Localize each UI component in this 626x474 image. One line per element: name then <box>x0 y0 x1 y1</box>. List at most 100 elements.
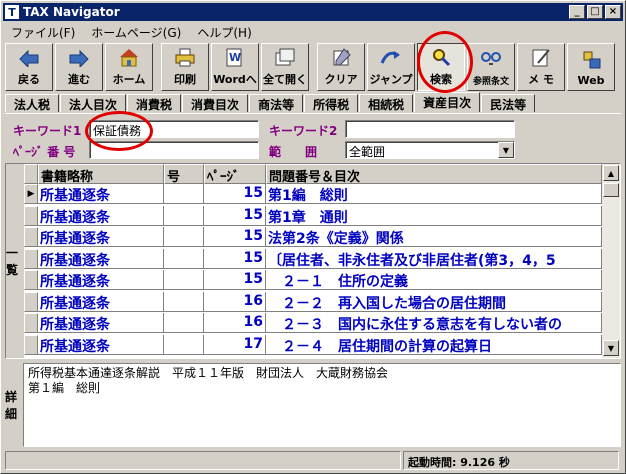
table-row[interactable]: 所基通逐条 15 ２－１ 住所の定義 <box>24 270 602 290</box>
row-selector[interactable] <box>24 334 38 355</box>
cell-book: 所基通逐条 <box>38 270 164 290</box>
menu-help[interactable]: ヘルプ(H) <box>189 22 259 41</box>
print-button[interactable]: 印刷 <box>161 43 209 91</box>
keyword2-label: キーワード2 <box>269 124 338 138</box>
cell-number <box>164 184 204 204</box>
row-selector[interactable] <box>24 313 38 333</box>
column-header-title[interactable]: 問題番号＆目次 <box>266 164 602 184</box>
minimize-button[interactable]: _ <box>569 5 585 19</box>
header-corner <box>24 164 38 184</box>
clear-button[interactable]: クリア <box>317 43 365 91</box>
cell-page: 15 <box>204 270 266 290</box>
jump-icon <box>379 46 403 68</box>
column-header-number[interactable]: 号 <box>164 164 204 184</box>
memo-button[interactable]: メ モ <box>517 43 565 91</box>
column-header-page[interactable]: ﾍﾟｰｼﾞ <box>204 164 266 184</box>
row-selector[interactable] <box>24 205 38 226</box>
cell-book: 所基通逐条 <box>38 334 164 355</box>
window-title: TAX Navigator <box>23 5 120 19</box>
table-row[interactable]: 所基通逐条 15 第1章 通則 <box>24 205 602 226</box>
title-bar: T TAX Navigator _ □ × <box>3 3 623 21</box>
back-button[interactable]: 戻る <box>5 43 53 91</box>
cell-page: 15 <box>204 248 266 269</box>
tab-inheritance-tax[interactable]: 相続税 <box>359 94 414 112</box>
detail-line-1: 所得税基本通達逐条解説 平成１１年版 財団法人 大蔵財務協会 <box>28 366 389 380</box>
tab-income-tax[interactable]: 所得税 <box>304 94 359 112</box>
detail-line-2: 第１編 総則 <box>28 381 101 395</box>
cell-page: 15 <box>204 205 266 226</box>
tab-corporate-toc[interactable]: 法人目次 <box>60 94 127 112</box>
detail-text[interactable]: 所得税基本通達逐条解説 平成１１年版 財団法人 大蔵財務協会 第１編 総則 <box>23 363 621 447</box>
print-icon <box>173 46 197 68</box>
table-row[interactable]: 所基通逐条 17 ２－４ 居住期間の計算の起算日 <box>24 334 602 355</box>
tab-corporate-tax[interactable]: 法人税 <box>5 94 60 112</box>
search-icon <box>429 46 453 68</box>
scroll-up-icon[interactable]: ▲ <box>603 165 619 181</box>
search-button[interactable]: 検索 <box>417 43 465 91</box>
close-button[interactable]: × <box>605 5 621 19</box>
cell-number <box>164 248 204 269</box>
memo-icon <box>529 46 553 68</box>
clear-icon <box>329 46 353 68</box>
scroll-thumb[interactable] <box>603 183 619 197</box>
table-row[interactable]: 所基通逐条 16 ２－２ 再入国した場合の居住期間 <box>24 291 602 312</box>
menu-file[interactable]: ファイル(F) <box>3 22 83 41</box>
tab-commercial-law[interactable]: 商法等 <box>249 94 304 112</box>
row-selector[interactable] <box>24 270 38 290</box>
table-row[interactable]: 所基通逐条 16 ２－３ 国内に永住する意志を有しない者の <box>24 313 602 333</box>
forward-icon <box>67 46 91 68</box>
row-selector[interactable] <box>24 248 38 269</box>
cell-title: ２－３ 国内に永住する意志を有しない者の <box>266 313 602 333</box>
cell-book: 所基通逐条 <box>38 313 164 333</box>
app-icon: T <box>5 5 19 19</box>
home-icon <box>117 46 141 68</box>
range-select[interactable]: 全範囲 ▼ <box>345 141 515 159</box>
table-row[interactable]: 所基通逐条 15 法第2条《定義》関係 <box>24 227 602 247</box>
keyword1-label: キーワード1 <box>13 124 82 138</box>
row-selector[interactable] <box>24 227 38 247</box>
table-row[interactable]: ▶ 所基通逐条 15 第1編 総則 <box>24 184 602 204</box>
web-button[interactable]: Web <box>567 43 615 91</box>
keyword1-input[interactable]: 保証債務 <box>89 120 259 138</box>
cell-page: 17 <box>204 334 266 355</box>
tab-consumption-tax[interactable]: 消費税 <box>127 94 182 112</box>
table-row[interactable]: 所基通逐条 15 〔居住者、非永住者及び非居住者(第3，4，5 <box>24 248 602 269</box>
maximize-button[interactable]: □ <box>587 5 603 19</box>
svg-text:W: W <box>229 51 241 64</box>
tab-consumption-toc[interactable]: 消費目次 <box>182 94 249 112</box>
column-header-book[interactable]: 書籍略称 <box>38 164 164 184</box>
keyword2-input[interactable] <box>345 120 515 138</box>
cell-title: ２－１ 住所の定義 <box>266 270 602 290</box>
scroll-down-icon[interactable]: ▼ <box>603 340 619 356</box>
reference-articles-button[interactable]: 参照条文 <box>467 43 515 91</box>
cell-title: ２－２ 再入国した場合の居住期間 <box>266 291 602 312</box>
row-selector[interactable] <box>24 291 38 312</box>
list-scrollbar[interactable]: ▲ ▼ <box>602 164 620 358</box>
status-bar: 起動時間: 9.126 秒 <box>5 451 621 471</box>
chevron-down-icon[interactable]: ▼ <box>498 142 514 158</box>
cell-number <box>164 270 204 290</box>
row-selector[interactable]: ▶ <box>24 184 38 204</box>
range-select-value: 全範囲 <box>349 145 386 159</box>
range-label: 範 囲 <box>269 145 318 159</box>
word-export-button[interactable]: W Wordへ <box>211 43 259 91</box>
menu-homepage[interactable]: ホームページ(G) <box>83 22 189 41</box>
cell-book: 所基通逐条 <box>38 248 164 269</box>
tab-civil-law[interactable]: 民法等 <box>481 94 536 112</box>
open-all-button[interactable]: 全て開く <box>261 43 309 91</box>
startup-time: 起動時間: 9.126 秒 <box>403 451 619 470</box>
web-icon <box>579 49 603 71</box>
forward-button[interactable]: 進む <box>55 43 103 91</box>
tab-asset-toc[interactable]: 資産目次 <box>414 92 481 112</box>
word-icon: W <box>223 46 247 68</box>
cell-page: 16 <box>204 291 266 312</box>
home-button[interactable]: ホーム <box>105 43 153 91</box>
cell-page: 15 <box>204 227 266 247</box>
cell-book: 所基通逐条 <box>38 205 164 226</box>
cell-number <box>164 291 204 312</box>
cell-number <box>164 205 204 226</box>
search-panel: キーワード1 保証債務 キーワード2 ﾍﾟｰｼﾞ 番 号 範 囲 全範囲 ▼ <box>5 113 621 163</box>
page-number-input[interactable] <box>89 141 259 159</box>
back-icon <box>17 46 41 68</box>
jump-button[interactable]: ジャンプ <box>367 43 415 91</box>
